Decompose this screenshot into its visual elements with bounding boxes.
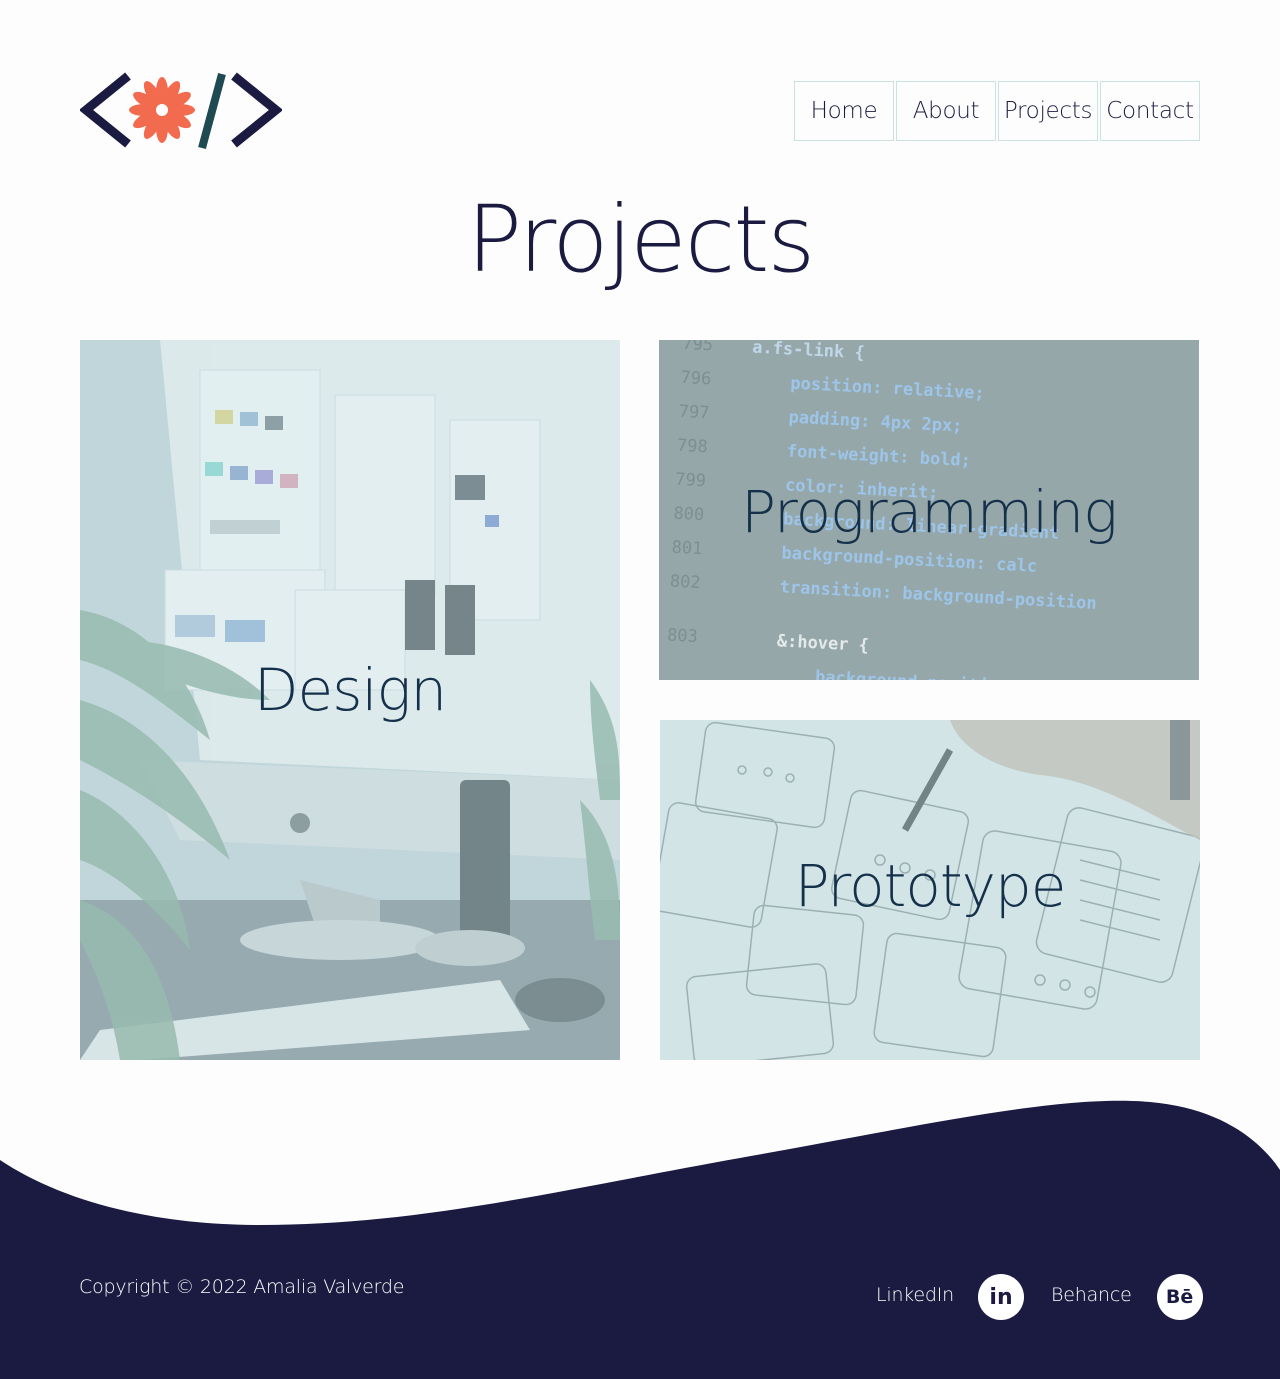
main-nav: Home About Projects Contact bbox=[794, 81, 1200, 141]
footer-background bbox=[0, 1100, 1280, 1379]
code-line-number: 798 bbox=[676, 436, 708, 458]
code-line-number: 803 bbox=[667, 625, 699, 647]
project-card-programming[interactable]: 795 a.fs-link {796 position: relative; 797 p… bbox=[659, 340, 1199, 680]
site-logo[interactable] bbox=[78, 70, 284, 150]
project-card-design[interactable]: Design bbox=[80, 340, 620, 1060]
nav-home[interactable]: Home bbox=[794, 81, 894, 141]
code-line-number: 797 bbox=[678, 402, 710, 424]
nav-projects[interactable]: Projects bbox=[998, 81, 1098, 141]
behance-link[interactable]: Behance Bē bbox=[1051, 1270, 1203, 1320]
project-label-prototype: Prototype bbox=[794, 852, 1067, 920]
code-line-number: 796 bbox=[680, 368, 712, 390]
linkedin-label: LinkedIn bbox=[876, 1284, 955, 1306]
linkedin-link[interactable]: LinkedIn in bbox=[876, 1270, 1025, 1320]
code-line-number: 795 bbox=[682, 340, 714, 355]
nav-contact[interactable]: Contact bbox=[1100, 81, 1200, 141]
copyright-text: Copyright © 2022 Amalia Valverde bbox=[79, 1276, 405, 1298]
code-bracket-flower-logo bbox=[78, 72, 284, 150]
behance-label: Behance bbox=[1051, 1284, 1132, 1306]
code-line-number: 802 bbox=[669, 572, 701, 594]
project-card-prototype[interactable]: Prototype bbox=[660, 720, 1200, 1060]
page-title: Projects bbox=[466, 186, 816, 293]
linkedin-icon[interactable]: in bbox=[978, 1274, 1025, 1320]
project-label-design: Design bbox=[253, 656, 447, 724]
nav-about[interactable]: About bbox=[896, 81, 996, 141]
behance-icon[interactable]: Bē bbox=[1156, 1274, 1203, 1320]
project-label-programming: Programming bbox=[741, 478, 1118, 546]
